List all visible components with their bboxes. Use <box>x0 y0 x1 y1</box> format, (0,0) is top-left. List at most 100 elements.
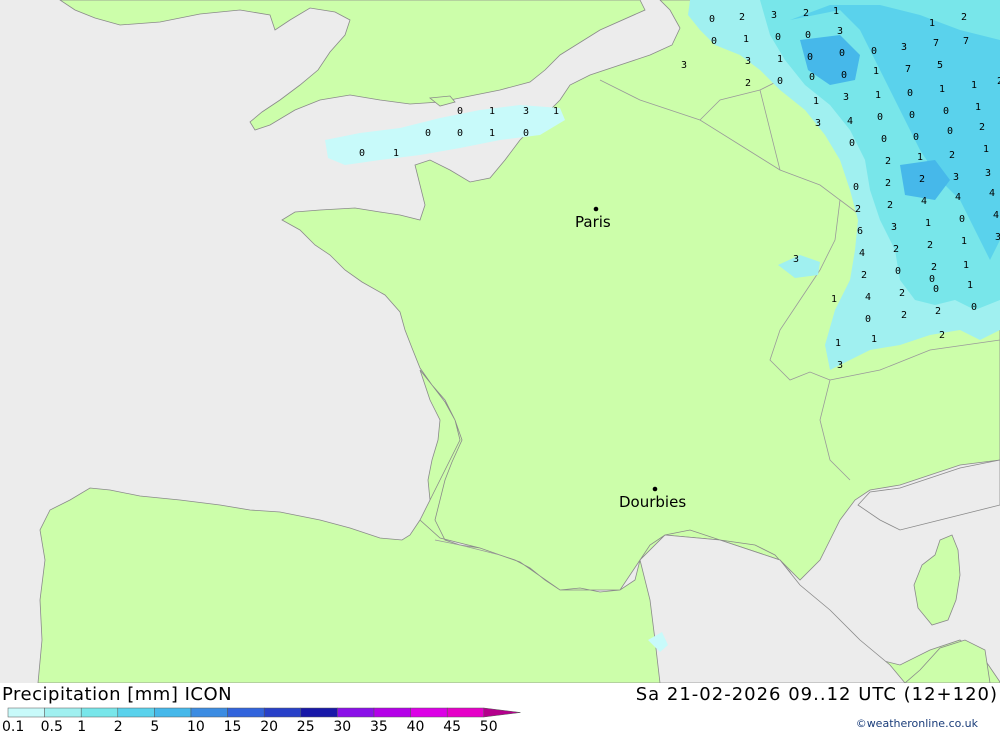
city-dot-dourbies <box>652 486 658 492</box>
legend-label: 10 <box>187 719 205 733</box>
precip-value: 2 <box>885 156 891 167</box>
precip-value: 0 <box>359 148 365 159</box>
city-label-paris: Paris <box>575 213 611 231</box>
precip-value: 0 <box>895 266 901 277</box>
precip-value: 2 <box>887 200 893 211</box>
legend-label: 35 <box>370 719 388 733</box>
precip-value: 2 <box>803 8 809 19</box>
precip-value: 7 <box>933 38 939 49</box>
legend-swatch <box>446 707 485 718</box>
precip-value: 0 <box>971 302 977 313</box>
legend-label: 0.5 <box>41 719 63 733</box>
precip-value: 3 <box>891 222 897 233</box>
legend-label: 30 <box>333 719 351 733</box>
legend-swatch <box>373 707 411 718</box>
precip-value: 4 <box>993 210 999 221</box>
precip-value: 4 <box>859 248 865 259</box>
precip-value: 0 <box>839 48 845 59</box>
precip-value: 1 <box>831 294 837 305</box>
precip-value: 1 <box>929 18 935 29</box>
precip-value: 1 <box>961 236 967 247</box>
map-title: Precipitation [mm] ICON <box>2 684 233 705</box>
precip-value: 2 <box>893 244 899 255</box>
legend-label: 15 <box>224 719 242 733</box>
precip-value: 3 <box>953 172 959 183</box>
legend-label: 45 <box>443 719 461 733</box>
legend-swatch <box>300 707 338 718</box>
precip-value: 1 <box>553 106 559 117</box>
precip-value: 1 <box>835 338 841 349</box>
precip-value: 1 <box>873 66 879 77</box>
precip-value: 0 <box>425 128 431 139</box>
precip-value: 0 <box>877 112 883 123</box>
precip-value: 0 <box>881 134 887 145</box>
precip-value: 0 <box>959 214 965 225</box>
precip-value: 0 <box>849 138 855 149</box>
precip-value: 1 <box>875 90 881 101</box>
precip-value: 1 <box>963 260 969 271</box>
precip-value: 2 <box>745 78 751 89</box>
precip-value: 4 <box>989 188 995 199</box>
precip-value: 1 <box>489 106 495 117</box>
precip-value: 4 <box>955 192 961 203</box>
precip-value: 2 <box>949 150 955 161</box>
precip-value: 1 <box>971 80 977 91</box>
precip-value: 2 <box>979 122 985 133</box>
legend-label: 40 <box>407 719 425 733</box>
precip-value: 1 <box>489 128 495 139</box>
precip-value: 0 <box>777 76 783 87</box>
precip-value: 6 <box>857 226 863 237</box>
precip-value: 0 <box>909 110 915 121</box>
precip-value: 0 <box>943 106 949 117</box>
legend-label: 1 <box>77 719 86 733</box>
precip-value: 1 <box>393 148 399 159</box>
legend-label: 0.1 <box>2 719 24 733</box>
precip-value: 0 <box>807 52 813 63</box>
precip-value: 2 <box>855 204 861 215</box>
precip-value: 2 <box>899 288 905 299</box>
legend-swatch <box>44 707 82 718</box>
legend-swatch <box>7 707 45 718</box>
city-dot-paris <box>593 206 599 212</box>
legend-label: 25 <box>297 719 315 733</box>
legend-swatch <box>337 707 375 718</box>
precip-value: 1 <box>925 218 931 229</box>
legend-label: 50 <box>480 719 498 733</box>
precip-value: 1 <box>813 96 819 107</box>
precip-legend: 0.1 0.5 1 2 5 10 15 20 25 30 35 40 45 50 <box>2 707 521 733</box>
precip-value: 4 <box>865 292 871 303</box>
precip-value: 4 <box>847 116 853 127</box>
precip-value: 2 <box>961 12 967 23</box>
precip-value: 3 <box>985 168 991 179</box>
precip-value: 1 <box>939 84 945 95</box>
precip-value: 0 <box>841 70 847 81</box>
precip-value: 0 <box>947 126 953 137</box>
precip-value: 0 <box>457 106 463 117</box>
precip-value: 2 <box>885 178 891 189</box>
precip-value: 0 <box>805 30 811 41</box>
precip-value: 2 <box>919 174 925 185</box>
precip-value: 0 <box>809 72 815 83</box>
precip-value: 1 <box>777 54 783 65</box>
precip-value: 1 <box>871 334 877 345</box>
legend-label: 20 <box>260 719 278 733</box>
precip-value: 0 <box>933 284 939 295</box>
precip-value: 1 <box>743 34 749 45</box>
precip-value: 3 <box>681 60 687 71</box>
precip-value: 3 <box>793 254 799 265</box>
precip-value: 2 <box>931 262 937 273</box>
map-valid-time: Sa 21-02-2026 09..12 UTC (12+120) <box>635 684 998 705</box>
map-footer: Precipitation [mm] ICON Sa 21-02-2026 09… <box>0 683 1000 733</box>
precip-value: 1 <box>983 144 989 155</box>
precip-value: 0 <box>907 88 913 99</box>
precip-value: 2 <box>935 306 941 317</box>
precip-value: 3 <box>837 360 843 371</box>
credit-link[interactable]: ©weatheronline.co.uk <box>856 717 978 730</box>
precip-value: 0 <box>709 14 715 25</box>
precip-value: 1 <box>975 102 981 113</box>
precip-value: 2 <box>901 310 907 321</box>
precip-value: 0 <box>523 128 529 139</box>
legend-swatch <box>80 707 119 718</box>
precip-value: 0 <box>871 46 877 57</box>
precip-value: 2 <box>861 270 867 281</box>
